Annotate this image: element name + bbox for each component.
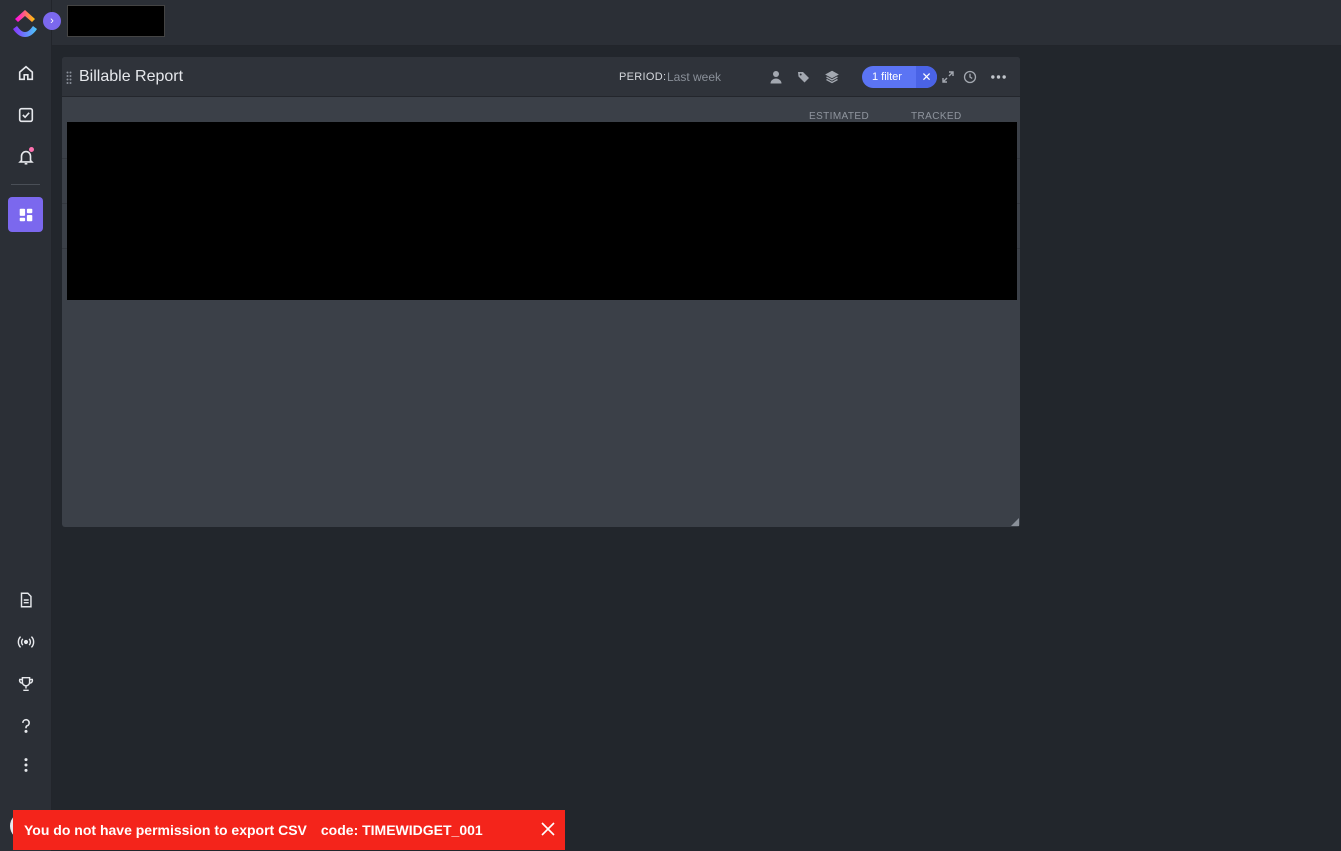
pulse-icon[interactable] — [8, 624, 43, 659]
assignee-icon[interactable] — [768, 69, 783, 84]
widget-header: Billable Report PERIOD: Last week 1 filt… — [62, 57, 1020, 97]
redacted-breadcrumb — [67, 5, 165, 37]
clear-filter-button[interactable]: ✕ — [916, 66, 937, 88]
my-work-icon[interactable] — [8, 97, 43, 132]
close-icon[interactable] — [540, 821, 556, 837]
column-header-tracked[interactable]: TRACKED — [911, 111, 962, 122]
history-icon[interactable] — [962, 69, 977, 84]
billable-report-widget: Billable Report PERIOD: Last week 1 filt… — [62, 57, 1020, 527]
notifications-icon[interactable] — [8, 139, 43, 174]
dashboard-canvas: Billable Report PERIOD: Last week 1 filt… — [52, 46, 1341, 851]
toast-message: You do not have permission to export CSV — [24, 822, 307, 838]
more-options-icon[interactable] — [989, 69, 1008, 84]
column-header-estimated[interactable]: ESTIMATED — [809, 111, 869, 122]
expand-icon[interactable] — [940, 69, 955, 84]
filter-button[interactable]: 1 filter ✕ — [862, 66, 937, 88]
redacted-table-content — [67, 122, 1017, 300]
home-icon[interactable] — [8, 55, 43, 90]
period-label: PERIOD: — [619, 71, 667, 83]
sidebar: › — [0, 0, 61, 851]
dashboards-icon[interactable] — [8, 197, 43, 232]
resize-handle-icon[interactable] — [1011, 518, 1019, 526]
clickup-logo[interactable] — [9, 7, 41, 39]
period-selector[interactable]: Last week — [667, 70, 721, 84]
widget-title[interactable]: Billable Report — [79, 68, 183, 86]
help-icon[interactable] — [8, 708, 43, 743]
layers-icon[interactable] — [824, 69, 839, 84]
docs-icon[interactable] — [8, 582, 43, 617]
notification-dot — [29, 147, 34, 152]
drag-handle-icon[interactable] — [66, 71, 72, 85]
filter-label: 1 filter — [872, 71, 902, 83]
tags-icon[interactable] — [796, 69, 811, 84]
expand-sidebar-button[interactable]: › — [43, 12, 61, 30]
more-icon[interactable] — [8, 747, 43, 782]
goals-icon[interactable] — [8, 666, 43, 701]
top-bar — [52, 0, 1341, 46]
sidebar-divider — [11, 184, 40, 185]
error-toast: You do not have permission to export CSV… — [13, 810, 565, 850]
toast-error-code: code: TIMEWIDGET_001 — [320, 822, 483, 838]
